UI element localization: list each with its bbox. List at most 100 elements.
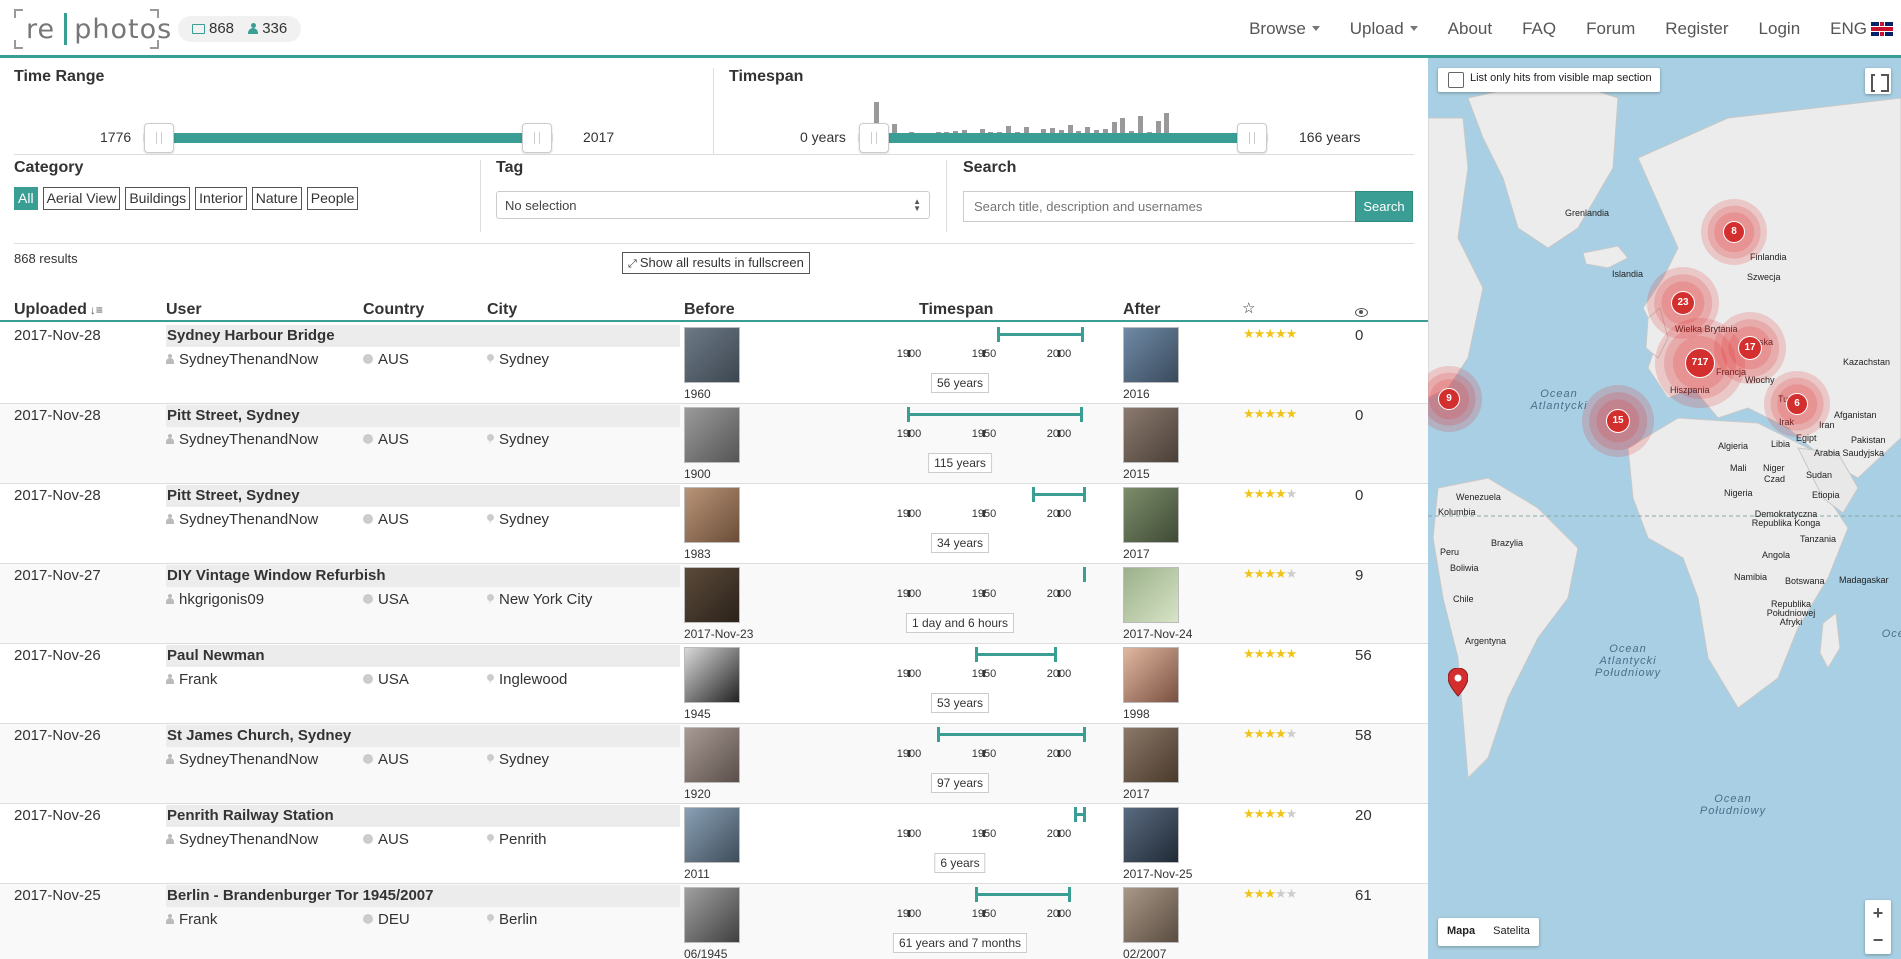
star-icon: ★ <box>1274 406 1287 421</box>
nav-faq[interactable]: FAQ <box>1522 19 1556 39</box>
timespan-max-handle[interactable] <box>1237 123 1267 153</box>
category-nature[interactable]: Nature <box>251 187 302 210</box>
col-timespan[interactable]: Timespan <box>919 301 993 319</box>
rating-stars[interactable]: ★★★★★ <box>1243 726 1297 742</box>
category-interior[interactable]: Interior <box>195 187 247 210</box>
after-thumbnail[interactable] <box>1123 407 1179 463</box>
after-date: 1998 <box>1123 707 1150 721</box>
nav-login[interactable]: Login <box>1759 19 1801 39</box>
category-people[interactable]: People <box>306 187 359 210</box>
time-range-max-handle[interactable] <box>522 123 552 153</box>
map-place-label: Botswana <box>1785 576 1825 586</box>
timespan-slider[interactable] <box>858 123 1268 153</box>
timespan-min-handle[interactable] <box>859 123 889 153</box>
after-date: 2017 <box>1123 547 1150 561</box>
rating-stars[interactable]: ★★★★★ <box>1243 486 1297 502</box>
star-icon: ★ <box>1285 646 1298 661</box>
search-input[interactable] <box>963 191 1355 222</box>
table-row[interactable]: 2017-Nov-26 St James Church, Sydney Sydney… <box>0 724 1428 804</box>
time-range-min-handle[interactable] <box>144 123 174 153</box>
after-thumbnail[interactable] <box>1123 567 1179 623</box>
tag-select[interactable]: No selection ▲ ▼ <box>496 191 930 219</box>
timeline-start-cap <box>997 327 1000 342</box>
star-icon: ★ <box>1285 566 1298 581</box>
map-place-label: Islandia <box>1612 269 1644 279</box>
category-buildings[interactable]: Buildings <box>125 187 191 210</box>
table-row[interactable]: 2017-Nov-26 Penrith Railway Station Sydney… <box>0 804 1428 884</box>
visible-map-checkbox[interactable] <box>1448 72 1464 88</box>
star-icon[interactable]: ☆ <box>1242 299 1255 317</box>
col-city[interactable]: City <box>487 301 517 319</box>
rating-stars[interactable]: ★★★★★ <box>1243 326 1297 342</box>
after-thumbnail[interactable] <box>1123 887 1179 943</box>
category-aerial-view[interactable]: Aerial View <box>42 187 121 210</box>
nav-upload[interactable]: Upload <box>1350 19 1418 39</box>
col-before[interactable]: Before <box>684 301 735 319</box>
after-thumbnail[interactable] <box>1123 727 1179 783</box>
table-row[interactable]: 2017-Nov-25 Berlin - Brandenburger Tor 19… <box>0 884 1428 959</box>
star-icon: ★ <box>1253 726 1266 741</box>
col-user[interactable]: User <box>166 301 202 319</box>
table-row[interactable]: 2017-Nov-26 Paul Newman Frank USA Inglewood 1… <box>0 644 1428 724</box>
user-icon <box>248 23 259 34</box>
category-all[interactable]: All <box>14 187 38 210</box>
timeline-tick-label: 1900 <box>896 588 922 600</box>
map-type-map[interactable]: Mapa <box>1438 918 1484 946</box>
rating-stars[interactable]: ★★★★★ <box>1243 646 1298 662</box>
nav-forum[interactable]: Forum <box>1586 19 1635 39</box>
star-icon: ★ <box>1243 886 1255 901</box>
col-after[interactable]: After <box>1123 301 1160 319</box>
star-icon: ★ <box>1264 406 1276 421</box>
time-range-max-label: 2017 <box>583 129 615 145</box>
timeline-tick-label: 2000 <box>1046 508 1072 520</box>
table-row[interactable]: 2017-Nov-28 Pitt Street, Sydney SydneyThen… <box>0 484 1428 564</box>
nav-browse[interactable]: Browse <box>1249 19 1320 39</box>
timespan-badge: 97 years <box>930 773 990 793</box>
timeline-tick-label: 2000 <box>1046 348 1072 360</box>
zoom-in-button[interactable]: + <box>1865 900 1891 927</box>
table-row[interactable]: 2017-Nov-28 Pitt Street, Sydney SydneyThen… <box>0 404 1428 484</box>
after-thumbnail[interactable] <box>1123 807 1179 863</box>
ocean-label: Ocean Południowy <box>1699 793 1767 817</box>
map-pin-icon[interactable] <box>1448 668 1468 698</box>
nav-register[interactable]: Register <box>1665 19 1728 39</box>
col-uploaded[interactable]: Uploaded ↓≡ <box>14 301 103 319</box>
map-fullscreen-icon[interactable] <box>1865 68 1891 94</box>
timeline-end-cap <box>1082 567 1086 582</box>
visible-map-filter-toggle[interactable]: List only hits from visible map section <box>1438 68 1660 92</box>
timespan-badge: 34 years <box>930 533 990 553</box>
timeline-tick-label: 1900 <box>896 428 922 440</box>
zoom-out-button[interactable]: − <box>1865 927 1891 954</box>
after-thumbnail[interactable] <box>1123 647 1179 703</box>
table-row[interactable]: 2017-Nov-28 Sydney Harbour Bridge SydneyTh… <box>0 324 1428 404</box>
after-thumbnail[interactable] <box>1123 327 1179 383</box>
star-icon: ★ <box>1285 886 1298 901</box>
rating-stars[interactable]: ★★★★★ <box>1243 406 1297 422</box>
cluster-count: 23 <box>1671 291 1695 315</box>
results-map[interactable]: Grenlandia Finlandia Szwecja Islandia Wielka… <box>1428 58 1901 959</box>
language-selector[interactable]: ENG <box>1830 19 1893 39</box>
user-count-stat: 336 <box>248 20 287 37</box>
timeline-tick-label: 2000 <box>1046 828 1072 840</box>
uk-flag-icon <box>1871 22 1893 36</box>
star-icon: ★ <box>1243 486 1255 501</box>
results-table-header: Uploaded ↓≡ User Country City Before Time… <box>0 298 1428 322</box>
timeline-tick-label: 1900 <box>896 508 922 520</box>
fullscreen-results-button[interactable]: ⤢ Show all results in fullscreen <box>622 252 810 274</box>
rating-stars[interactable]: ★★★★★ <box>1243 806 1297 822</box>
map-type-satellite[interactable]: Satelita <box>1484 918 1539 946</box>
rating-stars[interactable]: ★★★★★ <box>1243 566 1298 582</box>
rephotos-logo[interactable]: re photos <box>14 9 171 49</box>
rating-stars[interactable]: ★★★★★ <box>1243 886 1298 902</box>
time-range-slider[interactable] <box>143 123 553 153</box>
star-icon: ★ <box>1243 406 1255 421</box>
timeline-span-bar <box>975 653 1055 656</box>
search-button[interactable]: Search <box>1355 191 1413 222</box>
table-row[interactable]: 2017-Nov-27 DIY Vintage Window Refurbish h… <box>0 564 1428 644</box>
nav-about[interactable]: About <box>1448 19 1492 39</box>
col-country[interactable]: Country <box>363 301 424 319</box>
timeline-chart: 1900 1950 2000 56 years <box>0 324 1428 404</box>
after-thumbnail[interactable] <box>1123 487 1179 543</box>
eye-icon[interactable] <box>1355 304 1368 322</box>
map-place-label: Niger <box>1763 463 1785 473</box>
